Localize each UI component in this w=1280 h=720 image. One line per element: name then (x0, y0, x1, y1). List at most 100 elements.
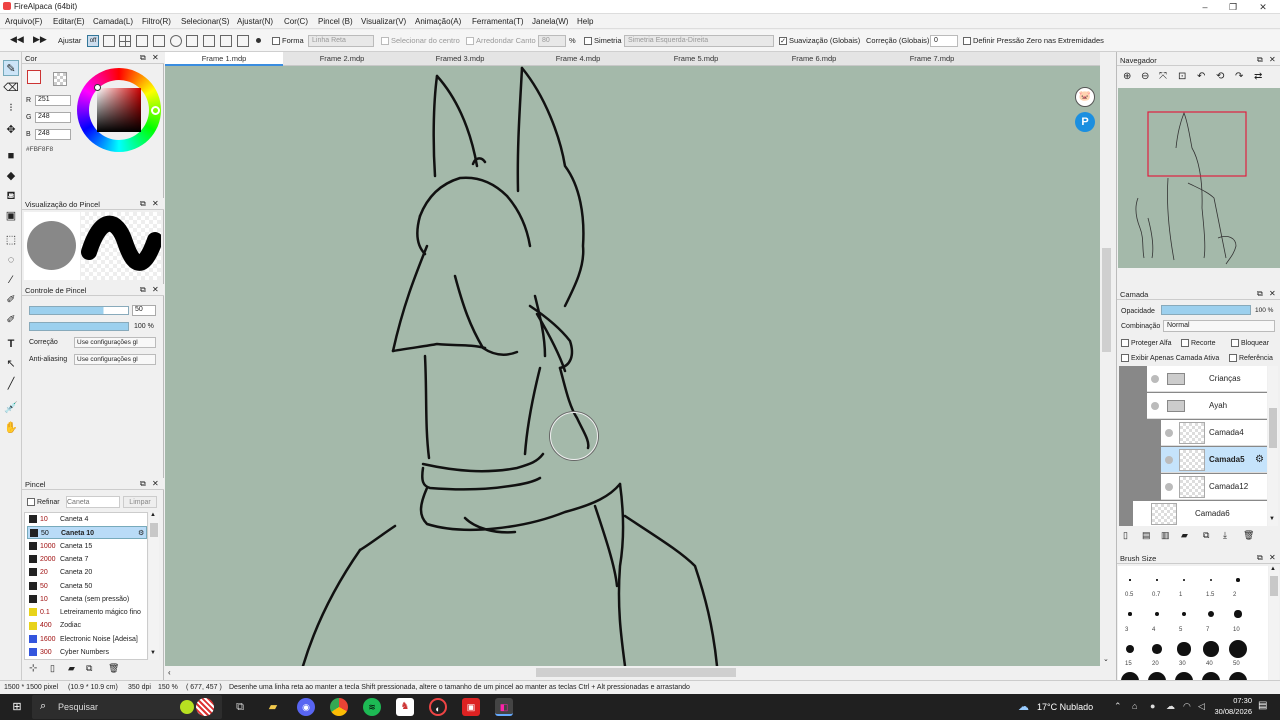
brush-tool-icon[interactable]: ✎ (3, 60, 19, 76)
gradient-tool-icon[interactable]: ▣ (3, 208, 19, 224)
scroll-left-icon[interactable]: ‹ (168, 668, 171, 677)
vertical-scroll-thumb[interactable] (1102, 248, 1111, 352)
brush-list-item[interactable]: 0.1 Letreiramento mágico fino (27, 606, 147, 619)
r-input[interactable]: 251 (35, 95, 71, 106)
mic-icon[interactable]: ● (1150, 701, 1155, 711)
brush-opacity-slider[interactable] (29, 322, 129, 331)
new-1bit-layer-icon[interactable]: ▥ (1161, 530, 1170, 541)
navigator-preview[interactable] (1118, 88, 1280, 268)
paypal-icon[interactable]: P (1075, 112, 1095, 132)
layer-item-criancas[interactable]: Crianças (1147, 366, 1267, 392)
brush-list-item[interactable]: 20 Caneta 20 (27, 566, 147, 579)
notification-icon[interactable]: ▤ (1258, 700, 1267, 711)
brush-list-item[interactable]: 10 Caneta 4 (27, 513, 147, 526)
brush-size-scrollbar[interactable]: ▲ (1269, 566, 1279, 680)
brush-size-dot[interactable] (1203, 641, 1219, 657)
visibility-icon[interactable] (1165, 456, 1173, 464)
menu-selecionar[interactable]: Selecionar(S) (181, 17, 229, 26)
snap-vanish-icon[interactable] (136, 35, 148, 47)
layer-list-scrollbar[interactable]: ▼ (1268, 366, 1278, 526)
panel-float-icon[interactable]: ⧉ (1257, 553, 1263, 563)
refinar-checkbox[interactable]: Refinar (27, 498, 60, 506)
zoom-out-icon[interactable]: ⊖ (1141, 71, 1149, 82)
bloquear-checkbox[interactable]: Bloquear (1231, 339, 1269, 347)
menu-visualizar[interactable]: Visualizar(V) (361, 17, 406, 26)
brush-size-dot[interactable] (1177, 642, 1191, 656)
delete-brush-icon[interactable]: 🗑 (108, 663, 119, 674)
zoom-in-icon[interactable]: ⊕ (1123, 71, 1131, 82)
visibility-icon[interactable] (1165, 429, 1173, 437)
proteger-alfa-checkbox[interactable]: Proteger Alfa (1121, 339, 1171, 347)
canvas-vertical-scrollbar[interactable]: ⌄ (1100, 52, 1114, 666)
panel-float-icon[interactable]: ⧉ (1257, 289, 1263, 299)
bucket-tool-icon[interactable]: ⛾ (3, 188, 19, 204)
maximize-button[interactable]: ❐ (1220, 0, 1246, 14)
panel-close-icon[interactable]: ✕ (152, 53, 159, 62)
saturation-square[interactable] (97, 88, 141, 132)
brush-size-dot[interactable] (1128, 612, 1132, 616)
brush-search-input[interactable] (66, 496, 120, 508)
firealpaca-icon[interactable]: ♞ (396, 698, 414, 716)
prev-frame-icon[interactable]: ◀◀ (10, 34, 24, 45)
layer-item-camada6[interactable]: Camada6 (1133, 501, 1267, 526)
fit-icon[interactable]: ⤧ (1159, 71, 1167, 82)
brush-size-dot[interactable] (1156, 579, 1158, 581)
hue-wheel[interactable] (77, 68, 161, 152)
layer-opacity-slider[interactable] (1161, 305, 1251, 315)
scroll-thumb[interactable] (150, 523, 158, 537)
panel-close-icon[interactable]: ✕ (1269, 289, 1276, 298)
tab-frame-7[interactable]: Frame 7.mdp (873, 52, 991, 66)
forma-dropdown[interactable]: Linha Reta (308, 35, 374, 47)
chevron-up-icon[interactable]: ⌃ (1114, 701, 1122, 712)
brush-size-slider[interactable] (29, 306, 129, 315)
network-icon[interactable]: ⌂ (1132, 701, 1137, 711)
brush-size-dot[interactable] (1154, 611, 1160, 617)
menu-help[interactable]: Help (577, 17, 593, 26)
brush-list-item[interactable]: 2000 Caneta 7 (27, 553, 147, 566)
next-frame-icon[interactable]: ▶▶ (33, 34, 47, 45)
fill-tool-icon[interactable]: ◆ (3, 168, 19, 184)
menu-camada[interactable]: Camada(L) (93, 17, 133, 26)
rect-fill-tool-icon[interactable]: ■ (3, 148, 19, 164)
snap-off-button[interactable]: off (87, 35, 99, 47)
menu-filtro[interactable]: Filtro(R) (142, 17, 171, 26)
brush-size-dot[interactable] (1229, 640, 1247, 658)
menu-ferramenta[interactable]: Ferramenta(T) (472, 17, 524, 26)
snap-circle-icon[interactable] (170, 35, 182, 47)
new-folder-icon[interactable]: ▰ (1181, 530, 1188, 541)
scroll-thumb[interactable] (1270, 576, 1278, 596)
chrome-icon[interactable] (330, 698, 348, 716)
layer-scroll-thumb[interactable] (1269, 408, 1277, 448)
layer-item-camada5[interactable]: Camada5 ⚙ (1161, 447, 1267, 473)
brush-list-scrollbar[interactable]: ▲ ▼ (149, 512, 159, 660)
scroll-down-icon[interactable]: ▼ (1269, 516, 1275, 522)
wifi-icon[interactable]: ◠ (1183, 701, 1191, 712)
brush-size-dot[interactable] (1148, 672, 1166, 680)
layer-item-camada12[interactable]: Camada12 (1161, 474, 1267, 500)
panel-float-icon[interactable]: ⧉ (140, 199, 146, 209)
minimize-button[interactable]: – (1192, 0, 1218, 14)
snap-parallel-icon[interactable] (103, 35, 115, 47)
exibir-apenas-checkbox[interactable]: Exibir Apenas Camada Ativa (1121, 354, 1219, 362)
menu-animacao[interactable]: Animação(A) (415, 17, 461, 26)
panel-float-icon[interactable]: ⧉ (140, 53, 146, 63)
simetria-dropdown[interactable]: Simetria Esquerda-Direita (624, 35, 774, 47)
tab-frame-6[interactable]: Frame 6.mdp (755, 52, 873, 66)
snap-3d-icon[interactable] (203, 35, 215, 47)
brush-size-dot[interactable] (1121, 672, 1139, 680)
new-8bit-layer-icon[interactable]: ▤ (1142, 530, 1151, 541)
gear-icon[interactable]: ⚙ (1255, 454, 1264, 465)
hand-tool-icon[interactable]: ✋ (3, 420, 19, 436)
panel-float-icon[interactable]: ⧉ (1257, 55, 1263, 65)
grid-icon[interactable] (220, 35, 232, 47)
tab-frame-2[interactable]: Frame 2.mdp (283, 52, 401, 66)
panel-close-icon[interactable]: ✕ (152, 479, 159, 488)
clock-time[interactable]: 07:30 (1212, 696, 1252, 705)
arredondar-value-input[interactable]: 80 (538, 35, 566, 47)
panel-close-icon[interactable]: ✕ (152, 199, 159, 208)
snap-radial-icon[interactable] (153, 35, 165, 47)
brush-list-item[interactable]: 400 Zodiac (27, 619, 147, 632)
lasso-tool-icon[interactable]: ◌ (3, 252, 19, 268)
brush-size-input[interactable]: 50 (132, 305, 156, 316)
tab-frame-4[interactable]: Frame 4.mdp (519, 52, 637, 66)
